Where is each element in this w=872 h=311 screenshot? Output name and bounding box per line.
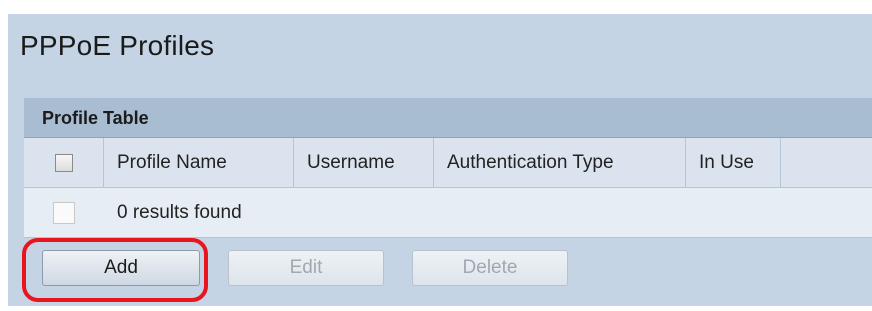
button-row: Add Edit Delete	[24, 238, 872, 304]
select-all-checkbox[interactable]	[54, 154, 73, 172]
table-header: Profile Table	[24, 98, 872, 138]
table-row: 0 results found	[24, 188, 872, 238]
row-check-cell	[24, 188, 104, 238]
row-checkbox[interactable]	[53, 202, 75, 224]
page-panel: PPPoE Profiles Profile Table Profile Nam…	[8, 14, 872, 306]
column-in-use[interactable]: In Use	[686, 138, 781, 188]
profile-table: Profile Table Profile Name Username Auth…	[24, 98, 872, 304]
table-title: Profile Table	[42, 108, 149, 128]
column-profile-name[interactable]: Profile Name	[104, 138, 294, 188]
select-all-cell	[24, 138, 104, 188]
add-button[interactable]: Add	[42, 250, 200, 286]
column-username[interactable]: Username	[294, 138, 434, 188]
column-header-row: Profile Name Username Authentication Typ…	[24, 138, 872, 188]
empty-results-text: 0 results found	[117, 202, 242, 223]
edit-button[interactable]: Edit	[228, 250, 384, 286]
page-title: PPPoE Profiles	[20, 30, 215, 61]
delete-button[interactable]: Delete	[412, 250, 568, 286]
column-authentication-type[interactable]: Authentication Type	[434, 138, 686, 188]
